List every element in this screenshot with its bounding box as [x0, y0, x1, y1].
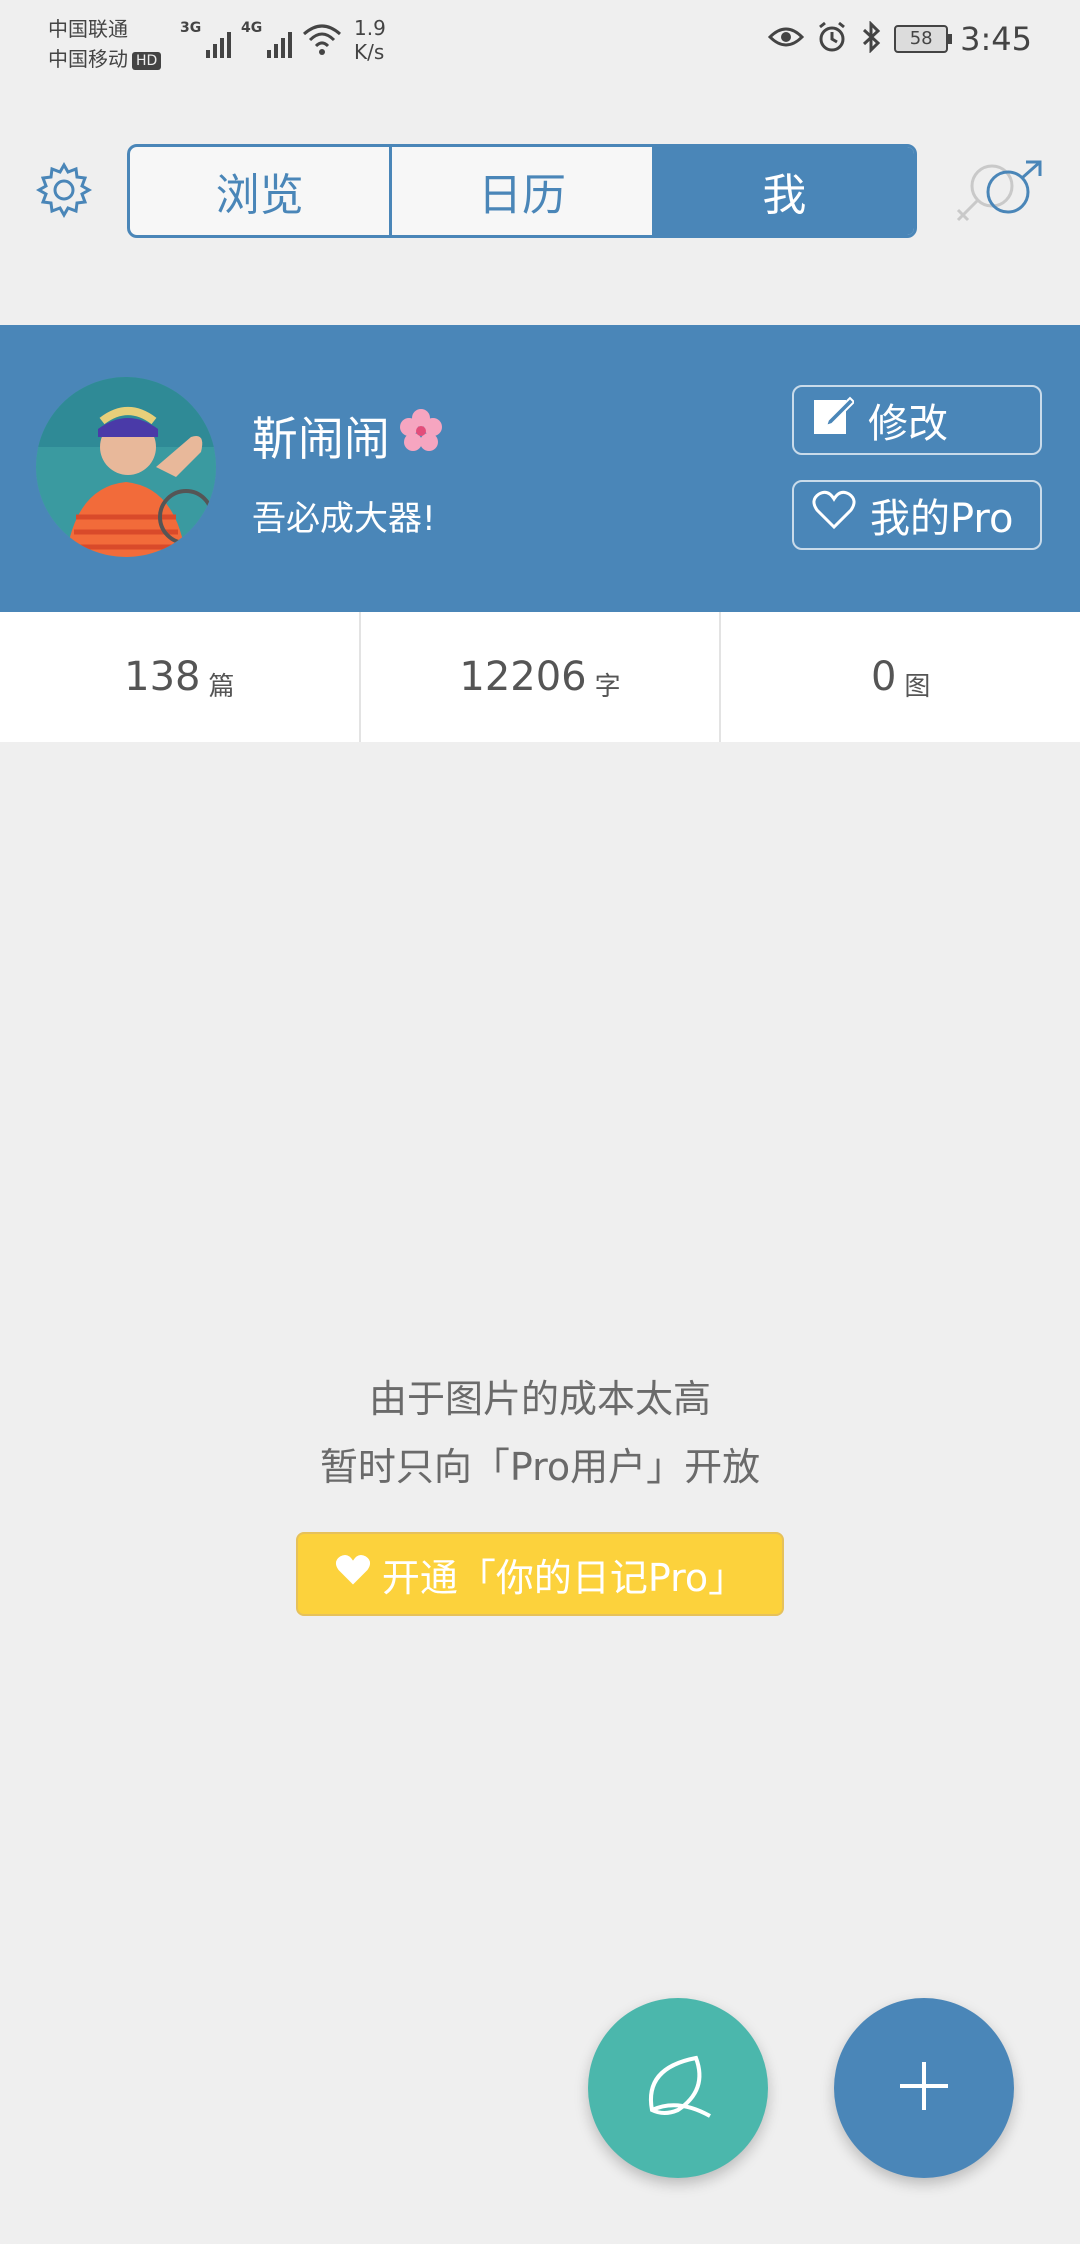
stat-words[interactable]: 12206 字 [361, 612, 722, 742]
stat-unit: 篇 [208, 671, 235, 702]
stat-images[interactable]: 0 图 [721, 612, 1080, 742]
clock: 3:45 [960, 20, 1032, 58]
notice-line-1: 由于图片的成本太高 [368, 1377, 711, 1421]
network-3g-label: 3G [180, 20, 202, 36]
stat-value: 12206 [459, 654, 587, 700]
eye-icon [768, 23, 805, 55]
notice-line-2: 暂时只向「Pro用户」开放 [319, 1445, 761, 1489]
heart-outline-icon [812, 490, 856, 540]
tab-browse[interactable]: 浏览 [130, 147, 393, 235]
signal-4g-icon: 4G [241, 18, 292, 58]
status-bar: 中国联通 中国移动 HD 3G 4G 1.9 K/s 58 3:45 [0, 0, 1080, 90]
username-text: 靳闹闹 [252, 412, 390, 466]
carrier-1: 中国联通 [48, 17, 128, 41]
username: 靳闹闹 [252, 403, 446, 469]
signal-indicators: 3G 4G [180, 18, 342, 58]
carrier-info: 中国联通 中国移动 HD [48, 14, 162, 74]
bio-text: 吾必成大器! [252, 499, 436, 539]
signal-3g-icon: 3G [180, 18, 231, 58]
main-tab-bar: 浏览 日历 我 [127, 144, 917, 238]
settings-button[interactable] [32, 160, 96, 224]
carrier-2: 中国移动 [48, 47, 128, 71]
edit-label: 修改 [868, 401, 948, 447]
avatar[interactable] [36, 377, 216, 557]
pro-notice: 由于图片的成本太高 暂时只向「Pro用户」开放 [0, 1365, 1080, 1501]
network-4g-label: 4G [241, 20, 263, 36]
stat-unit: 图 [904, 671, 931, 702]
network-speed: 1.9 K/s [354, 16, 386, 64]
speed-unit: K/s [354, 40, 385, 64]
unlock-pro-button[interactable]: 开通「你的日记Pro」 [296, 1532, 784, 1616]
gear-icon [34, 160, 94, 224]
cherry-blossom-icon [396, 406, 446, 467]
speed-value: 1.9 [354, 16, 386, 40]
my-pro-button[interactable]: 我的Pro [792, 480, 1042, 550]
profile-banner: 靳闹闹 吾必成大器! 修改 我的Pro [0, 325, 1080, 612]
my-pro-label: 我的Pro [870, 496, 1014, 542]
status-right-icons: 58 3:45 [768, 20, 1032, 58]
hd-badge: HD [132, 51, 162, 70]
battery-indicator: 58 [894, 25, 953, 53]
wifi-icon [302, 22, 342, 58]
gender-button[interactable] [952, 158, 1048, 228]
bluetooth-icon [860, 20, 882, 57]
stat-entries[interactable]: 138 篇 [0, 612, 361, 742]
edit-profile-button[interactable]: 修改 [792, 385, 1042, 455]
plus-icon [894, 2056, 954, 2120]
heart-icon [334, 1552, 372, 1596]
leaf-icon [638, 2046, 718, 2130]
stats-bar: 138 篇 12206 字 0 图 [0, 612, 1080, 742]
tab-calendar[interactable]: 日历 [392, 147, 655, 235]
stat-value: 0 [870, 654, 897, 700]
add-entry-button[interactable] [834, 1998, 1014, 2178]
gender-icon [952, 160, 1048, 232]
stat-value: 138 [124, 654, 201, 700]
edit-icon [812, 394, 856, 446]
leaf-fab-button[interactable] [588, 1998, 768, 2178]
unlock-pro-label: 开通「你的日记Pro」 [381, 1555, 747, 1600]
alarm-icon [816, 21, 848, 57]
tab-me[interactable]: 我 [654, 147, 914, 235]
stat-unit: 字 [594, 671, 621, 702]
